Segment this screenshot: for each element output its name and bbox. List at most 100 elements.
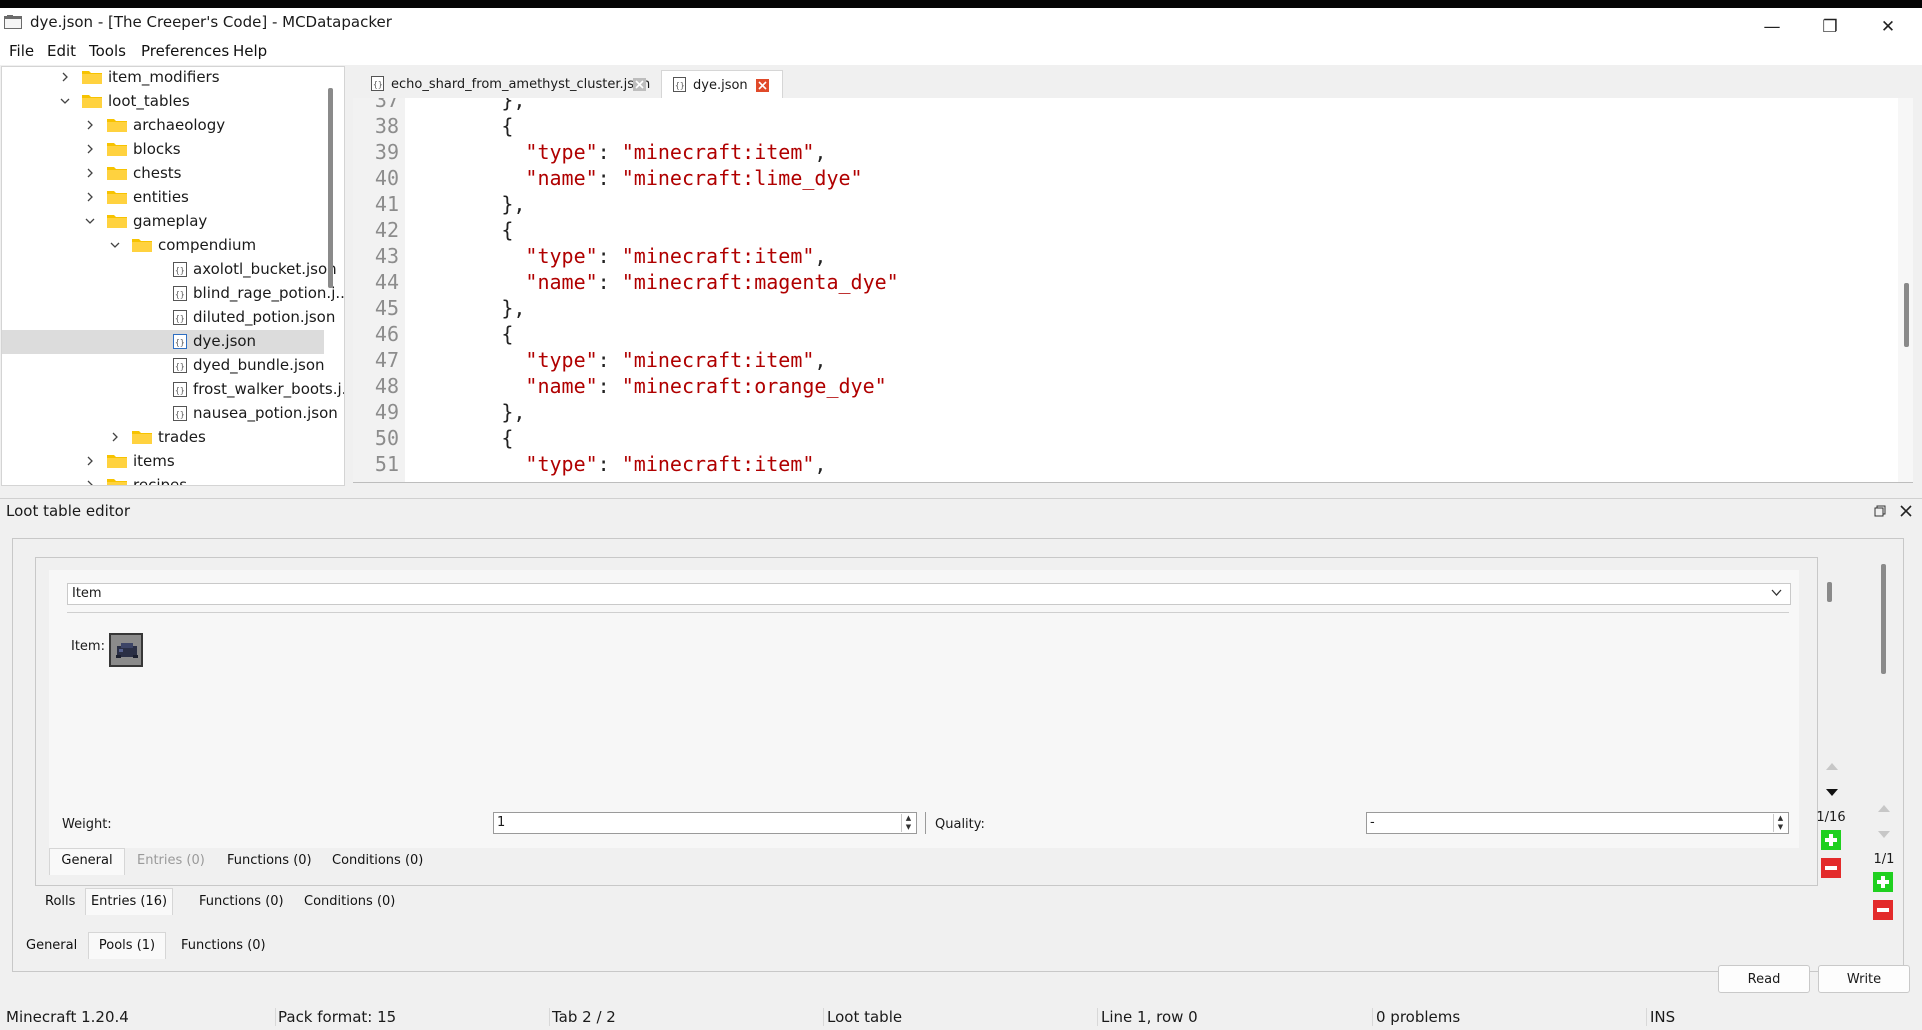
code-line[interactable]: },	[405, 296, 525, 320]
float-dock-icon[interactable]	[1874, 505, 1886, 517]
tree-item[interactable]: entities	[2, 186, 324, 210]
chevron-down-icon[interactable]	[83, 214, 97, 228]
chevron-right-icon[interactable]	[83, 118, 97, 132]
tree-item[interactable]: recipes	[2, 474, 324, 486]
code-line[interactable]: "type": "minecraft:item",	[405, 452, 826, 476]
code-line[interactable]: },	[405, 400, 525, 424]
chevron-right-icon[interactable]	[83, 166, 97, 180]
tab-dye-json[interactable]: {} dye.json	[661, 70, 783, 99]
pool-tab-conditions[interactable]: Conditions (0)	[304, 894, 395, 909]
close-tab-icon[interactable]	[633, 78, 646, 91]
read-button[interactable]: Read	[1718, 965, 1810, 993]
menu-help[interactable]: Help	[233, 42, 267, 60]
menu-tools[interactable]: Tools	[89, 42, 126, 60]
pool-tab-functions[interactable]: Functions (0)	[199, 894, 284, 909]
entry-type-select[interactable]: Item	[67, 583, 1791, 605]
table-tab-functions[interactable]: Functions (0)	[181, 938, 266, 953]
pool-tab-rolls[interactable]: Rolls	[45, 894, 75, 909]
entry-tab-conditions[interactable]: Conditions (0)	[332, 853, 423, 868]
code-line[interactable]: "type": "minecraft:item",	[405, 140, 826, 164]
quality-spinbox[interactable]: - ▲ ▼	[1366, 812, 1789, 834]
table-tab-pools[interactable]: Pools (1)	[88, 932, 166, 959]
status-minecraft-version: Minecraft 1.20.4	[6, 1008, 129, 1026]
tree-item[interactable]: blocks	[2, 138, 324, 162]
code-line[interactable]: {	[405, 322, 513, 346]
chevron-right-icon[interactable]	[58, 70, 72, 84]
tree-item[interactable]: chests	[2, 162, 324, 186]
tree-item[interactable]: {} frost_walker_boots.j...	[2, 378, 344, 402]
code-line[interactable]: "name": "minecraft:orange_dye"	[405, 374, 886, 398]
chevron-right-icon[interactable]	[83, 142, 97, 156]
svg-text:{}: {}	[373, 80, 383, 89]
remove-entry-button[interactable]	[1821, 858, 1841, 878]
chevron-right-icon[interactable]	[83, 478, 97, 486]
tree-item-label: compendium	[158, 236, 257, 254]
bundle-item-icon	[116, 643, 138, 658]
tree-item[interactable]: loot_tables	[2, 90, 324, 114]
tree-item[interactable]: trades	[2, 426, 324, 450]
svg-text:{}: {}	[175, 266, 185, 275]
code-editor[interactable]: 37 38 39 40 41 42 43 44 45 46 47 48 49 50 51 }, { "typ…	[353, 98, 1913, 482]
tree-item[interactable]: {} nausea_potion.json	[2, 402, 338, 426]
close-dock-icon[interactable]	[1900, 505, 1912, 517]
pool-scrollbar[interactable]	[1876, 562, 1892, 792]
svg-text:{}: {}	[675, 81, 685, 90]
code-line[interactable]: "type": "minecraft:item",	[405, 244, 826, 268]
code-line[interactable]: "name": "minecraft:magenta_dye"	[405, 270, 898, 294]
code-line[interactable]: "type": "minecraft:item",	[405, 348, 826, 372]
tree-item[interactable]: item_modifiers	[2, 67, 324, 90]
add-pool-button[interactable]	[1873, 872, 1893, 892]
tree-item-label: diluted_potion.json	[193, 308, 336, 326]
item-slot[interactable]	[109, 633, 143, 667]
spin-arrows-icon[interactable]: ▲ ▼	[1773, 814, 1787, 832]
entry-scrollbar[interactable]	[1821, 562, 1839, 752]
chevron-down-icon[interactable]	[58, 94, 72, 108]
previous-pool-icon[interactable]	[1876, 802, 1892, 814]
file-tree[interactable]: item_modifiers loot_tables archaeology bloc…	[1, 66, 345, 486]
code-line[interactable]: "name": "minecraft:lime_dye"	[405, 166, 862, 190]
tree-item[interactable]: items	[2, 450, 324, 474]
code-scrollbar-thumb[interactable]	[1904, 283, 1909, 347]
tree-scrollbar[interactable]	[328, 88, 333, 288]
remove-pool-button[interactable]	[1873, 900, 1893, 920]
menu-file[interactable]: File	[9, 42, 34, 60]
status-problems[interactable]: 0 problems	[1376, 1008, 1460, 1026]
next-pool-icon[interactable]	[1876, 829, 1892, 841]
chevron-right-icon[interactable]	[108, 430, 122, 444]
menu-edit[interactable]: Edit	[47, 42, 76, 60]
chevron-down-icon[interactable]	[108, 238, 122, 252]
line-number: 45	[374, 296, 399, 320]
previous-entry-icon[interactable]	[1824, 760, 1840, 772]
code-line[interactable]: },	[405, 98, 525, 112]
code-line[interactable]: {	[405, 114, 513, 138]
tree-item[interactable]: {} blind_rage_potion.j...	[2, 282, 344, 306]
tree-item[interactable]: compendium	[2, 234, 324, 258]
add-entry-button[interactable]	[1821, 830, 1841, 850]
entry-tab-functions[interactable]: Functions (0)	[227, 853, 312, 868]
write-button[interactable]: Write	[1818, 965, 1910, 993]
tab-echo-shard[interactable]: {} echo_shard_from_amethyst_cluster.json	[357, 70, 657, 98]
chevron-right-icon[interactable]	[83, 190, 97, 204]
svg-text:{}: {}	[175, 362, 185, 371]
pool-tab-entries[interactable]: Entries (16)	[85, 888, 173, 915]
code-line[interactable]: },	[405, 192, 525, 216]
spin-arrows-icon[interactable]: ▲ ▼	[901, 814, 915, 832]
tree-item[interactable]: {} axolotl_bucket.json	[2, 258, 337, 282]
menu-preferences[interactable]: Preferences	[141, 42, 229, 60]
table-tab-general[interactable]: General	[26, 938, 77, 953]
tree-item[interactable]: {} diluted_potion.json	[2, 306, 335, 330]
entry-tab-general[interactable]: General	[49, 848, 125, 875]
dock-titlebar: Loot table editor	[0, 498, 1922, 523]
close-tab-icon[interactable]	[756, 79, 769, 92]
tree-item[interactable]: gameplay	[2, 210, 324, 234]
tree-item-label: trades	[158, 428, 206, 446]
weight-spinbox[interactable]: 1 ▲ ▼	[493, 812, 917, 834]
code-line[interactable]: {	[405, 426, 513, 450]
entry-counter: 1/16	[1816, 810, 1846, 825]
chevron-right-icon[interactable]	[83, 454, 97, 468]
tree-item[interactable]: {} dyed_bundle.json	[2, 354, 325, 378]
tree-item[interactable]: {} dye.json	[2, 330, 324, 354]
next-entry-icon[interactable]	[1824, 787, 1840, 799]
code-line[interactable]: {	[405, 218, 513, 242]
tree-item[interactable]: archaeology	[2, 114, 324, 138]
